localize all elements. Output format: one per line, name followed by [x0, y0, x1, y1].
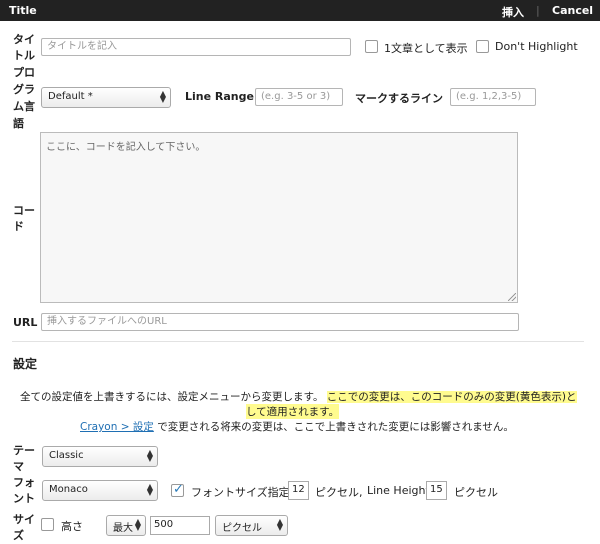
height-label: 高さ: [61, 520, 83, 533]
language-select[interactable]: Default * ▲ ▼: [41, 87, 171, 108]
theme-label: テーマ: [13, 444, 35, 473]
settings-note-line-3: Crayon > 設定 で変更される将来の変更は、ここで上書きされた変更には影響…: [80, 419, 514, 434]
theme-select-value: Classic: [49, 450, 84, 461]
height-checkbox[interactable]: [41, 518, 54, 531]
inline-label: 1文章として表示: [384, 42, 468, 55]
resize-grip-icon[interactable]: [508, 293, 516, 301]
font-select[interactable]: Monaco ▲ ▼: [42, 480, 158, 501]
dialog-title: Title: [9, 4, 37, 17]
font-size-input[interactable]: 12: [288, 481, 309, 500]
line-height-input[interactable]: 15: [426, 481, 447, 500]
settings-note-line-1: 全ての設定値を上書きするには、設定メニューから変更します。 ここでの変更は、この…: [20, 389, 577, 404]
settings-note-highlight-1: ここでの変更は、このコードのみの変更(黄色表示)と: [326, 391, 577, 403]
code-placeholder: ここに、コードを記入して下さい。: [46, 142, 206, 153]
size-label: サイズ: [13, 513, 35, 542]
language-select-value: Default *: [48, 91, 93, 102]
no-highlight-label: Don't Highlight: [495, 40, 578, 53]
height-unit-select[interactable]: ピクセル ▲ ▼: [215, 515, 288, 536]
language-label: プログラム言語: [13, 66, 35, 130]
separator: |: [536, 4, 540, 17]
height-unit-value: ピクセル: [222, 523, 262, 534]
line-height-label: Line Height: [367, 484, 430, 497]
font-size-label: フォントサイズ指定: [191, 486, 290, 499]
settings-note-rest: で変更される将来の変更は、ここで上書きされた変更には影響されません。: [153, 421, 514, 433]
code-label: コード: [13, 204, 35, 233]
line-range-label: Line Range: [185, 90, 254, 103]
height-mode-select[interactable]: 最大 ▲ ▼: [106, 515, 146, 536]
height-mode-value: 最大: [113, 523, 133, 534]
height-input[interactable]: 500: [150, 516, 210, 535]
mark-lines-input[interactable]: (e.g. 1,2,3-5): [450, 88, 536, 106]
select-arrows-icon: ▲ ▼: [146, 482, 153, 497]
title-label: タイトル: [13, 33, 35, 62]
url-input[interactable]: 挿入するファイルへのURL: [41, 313, 519, 331]
insert-button[interactable]: 挿入: [502, 4, 524, 20]
dialog-title-bar: Title 挿入 | Cancel: [0, 0, 600, 21]
checkmark-icon: ✓: [173, 482, 184, 497]
select-arrows-icon: ▲ ▼: [146, 448, 153, 463]
font-size-unit-label: ピクセル,: [315, 486, 363, 499]
code-textarea[interactable]: ここに、コードを記入して下さい。: [40, 132, 518, 303]
line-range-input[interactable]: (e.g. 3-5 or 3): [255, 88, 343, 106]
font-select-value: Monaco: [49, 484, 88, 495]
title-input[interactable]: タイトルを記入: [41, 38, 351, 56]
select-arrows-icon: ▲ ▼: [159, 89, 166, 104]
settings-note-highlight-2: して適用されます。: [246, 404, 340, 419]
cancel-button[interactable]: Cancel: [552, 4, 593, 17]
theme-select[interactable]: Classic ▲ ▼: [42, 446, 158, 467]
section-divider: [12, 341, 584, 342]
inline-checkbox[interactable]: [365, 40, 378, 53]
select-arrows-icon: ▲ ▼: [276, 517, 283, 532]
line-height-unit-label: ピクセル: [454, 486, 498, 499]
font-label: フォント: [13, 476, 35, 505]
url-label: URL: [13, 316, 38, 329]
mark-lines-label: マークするライン: [355, 92, 443, 105]
crayon-settings-link[interactable]: Crayon > 設定: [80, 421, 154, 433]
select-arrows-icon: ▲ ▼: [134, 517, 141, 532]
font-size-checkbox[interactable]: ✓: [171, 482, 184, 497]
no-highlight-checkbox[interactable]: [476, 40, 489, 53]
settings-heading: 設定: [13, 357, 38, 371]
settings-note-plain: 全ての設定値を上書きするには、設定メニューから変更します。: [20, 391, 324, 403]
